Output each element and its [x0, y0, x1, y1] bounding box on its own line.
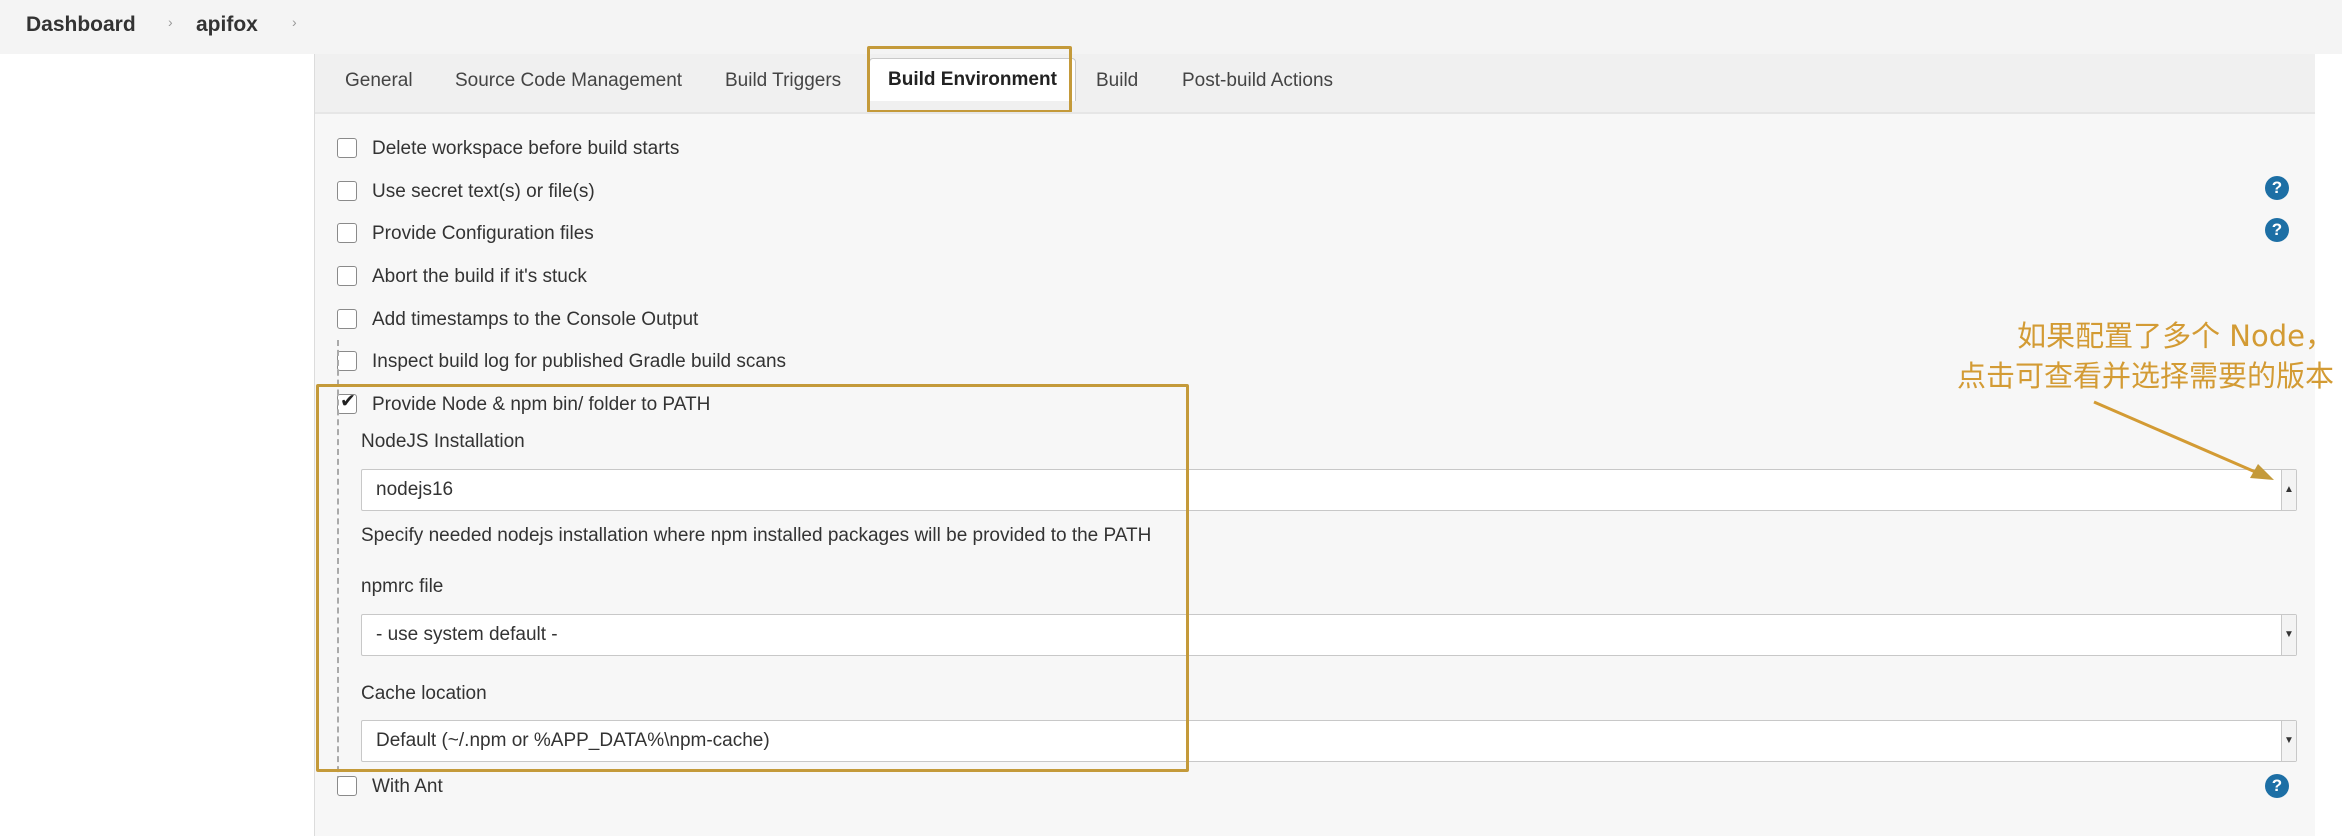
option-label: Provide Node & npm bin/ folder to PATH [372, 394, 711, 415]
tab-build-triggers[interactable]: Build Triggers [725, 70, 841, 92]
annotation-arrow-icon [2093, 400, 2274, 480]
help-icon[interactable]: ? [2265, 218, 2289, 242]
node-section-border [337, 340, 339, 782]
nodejs-installation-select[interactable]: nodejs16 ▲ [361, 469, 2297, 511]
checkbox-abort-if-stuck[interactable] [337, 266, 357, 286]
annotation-line-2: 点击可查看并选择需要的版本 [1956, 359, 2334, 393]
dropdown-arrow-icon[interactable]: ▼ [2281, 721, 2296, 761]
npmrc-file-label: npmrc file [361, 576, 444, 597]
config-panel: General Source Code Management Build Tri… [314, 46, 2315, 836]
npmrc-file-select[interactable]: - use system default - ▼ [361, 614, 2297, 656]
checkbox-provide-node[interactable] [337, 390, 357, 414]
nodejs-installation-help: Specify needed nodejs installation where… [361, 525, 1152, 546]
nodejs-installation-label: NodeJS Installation [361, 431, 525, 452]
cache-location-select[interactable]: Default (~/.npm or %APP_DATA%\npm-cache)… [361, 720, 2297, 762]
tab-post-build-actions[interactable]: Post-build Actions [1182, 70, 1333, 92]
cache-location-value: Default (~/.npm or %APP_DATA%\npm-cache) [376, 730, 770, 751]
checkbox-inspect-gradle[interactable] [337, 351, 357, 371]
breadcrumb-dashboard-link[interactable]: Dashboard [26, 13, 136, 37]
tab-source-code-management[interactable]: Source Code Management [455, 70, 682, 92]
option-label: Abort the build if it's stuck [372, 266, 587, 287]
option-label: Provide Configuration files [372, 223, 594, 244]
annotation-line-1: 如果配置了多个 Node， [2017, 319, 2334, 353]
tab-underline [315, 112, 2315, 114]
config-tabs: General Source Code Management Build Tri… [315, 46, 2315, 113]
option-label: Add timestamps to the Console Output [372, 309, 699, 330]
help-icon[interactable]: ? [2265, 176, 2289, 200]
option-label: Use secret text(s) or file(s) [372, 181, 595, 202]
option-label: With Ant [372, 776, 443, 797]
breadcrumb-apifox-link[interactable]: apifox [196, 13, 258, 37]
breadcrumb: Dashboard › apifox › [0, 0, 2342, 54]
checkbox-provide-config-files[interactable] [337, 223, 357, 243]
checkbox-with-ant[interactable] [337, 776, 357, 796]
tab-general[interactable]: General [345, 70, 413, 92]
checkbox-use-secret[interactable] [337, 181, 357, 201]
sidebar [0, 54, 314, 836]
checkbox-delete-workspace[interactable] [337, 138, 357, 158]
cache-location-label: Cache location [361, 683, 487, 704]
option-label: Inspect build log for published Gradle b… [372, 351, 787, 372]
option-label: Delete workspace before build starts [372, 138, 680, 159]
help-icon[interactable]: ? [2265, 774, 2289, 798]
breadcrumb-separator-icon[interactable]: › [292, 14, 297, 30]
tab-build[interactable]: Build [1096, 70, 1138, 92]
checkbox-add-timestamps[interactable] [337, 309, 357, 329]
tab-build-environment[interactable]: Build Environment [869, 58, 1076, 101]
breadcrumb-separator-icon: › [168, 14, 173, 30]
annotation-callout: 如果配置了多个 Node， 点击可查看并选择需要的版本 [1957, 316, 2334, 396]
npmrc-file-value: - use system default - [376, 624, 558, 645]
nodejs-installation-value: nodejs16 [376, 479, 454, 500]
dropdown-arrow-icon[interactable]: ▼ [2281, 615, 2296, 655]
dropdown-arrow-icon[interactable]: ▲ [2281, 470, 2296, 510]
